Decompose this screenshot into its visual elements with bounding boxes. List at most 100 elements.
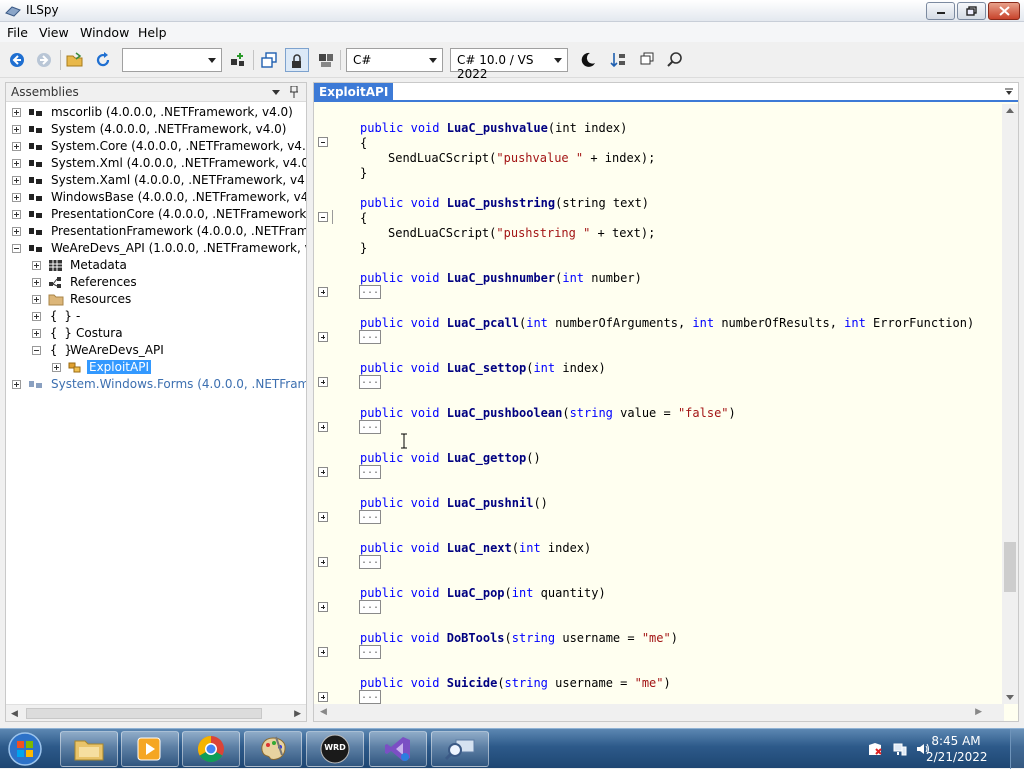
tree-item-namespace-empty[interactable]: { } -: [6, 308, 306, 325]
scroll-right-icon[interactable]: ▶: [975, 707, 982, 717]
tab-exploitapi[interactable]: ExploitAPI: [314, 83, 394, 102]
expand-icon[interactable]: [32, 312, 41, 321]
scroll-left-icon[interactable]: ◀: [320, 707, 327, 717]
collapsed-body[interactable]: ...: [359, 330, 381, 344]
expand-icon[interactable]: [12, 108, 21, 117]
expand-icon[interactable]: [12, 210, 21, 219]
tree-item-wearedevs-namespace[interactable]: { } WeAreDevs_API: [6, 342, 306, 359]
reload-icon[interactable]: [94, 51, 112, 69]
taskbar-explorer-button[interactable]: [60, 731, 118, 767]
expand-icon[interactable]: [52, 363, 61, 372]
collapsed-body[interactable]: ...: [359, 420, 381, 434]
expand-icon[interactable]: [12, 142, 21, 151]
collapsed-body[interactable]: ...: [359, 600, 381, 614]
scroll-right-icon[interactable]: ▶: [294, 709, 301, 719]
tree-item-windowsbase[interactable]: WindowsBase (4.0.0.0, .NETFramework, v4.…: [6, 189, 306, 206]
fold-toggle-expand[interactable]: [318, 557, 328, 567]
decompiled-code-view[interactable]: public void LuaC_pushvalue(int index) { …: [314, 104, 1004, 706]
collapse-all-icon[interactable]: [260, 51, 278, 69]
collapsed-body[interactable]: ...: [359, 285, 381, 299]
language-version-combo[interactable]: C# 10.0 / VS 2022: [450, 48, 568, 81]
taskbar-chrome-button[interactable]: [182, 731, 240, 767]
collapse-icon[interactable]: [12, 244, 21, 253]
close-button[interactable]: [988, 2, 1020, 20]
tree-item-system[interactable]: System (4.0.0.0, .NETFramework, v4.0): [6, 121, 306, 138]
open-folder-icon[interactable]: [66, 51, 84, 69]
tree-item-system-core[interactable]: System.Core (4.0.0.0, .NETFramework, v4.…: [6, 138, 306, 155]
fold-toggle-expand[interactable]: [318, 692, 328, 702]
scroll-left-icon[interactable]: ◀: [11, 709, 18, 719]
code-horizontal-scrollbar[interactable]: ◀ ▶: [314, 704, 1004, 721]
restore-button[interactable]: [957, 2, 986, 20]
expand-icon[interactable]: [32, 261, 41, 270]
collapse-icon[interactable]: [32, 346, 41, 355]
taskbar-visual-studio-installer-button[interactable]: [369, 731, 427, 767]
tree-item-costura[interactable]: { } Costura: [6, 325, 306, 342]
tab-list-menu-icon[interactable]: [1004, 87, 1014, 97]
fold-toggle-expand[interactable]: [318, 512, 328, 522]
forward-icon[interactable]: [35, 51, 53, 69]
tree-item-system-windows-forms[interactable]: System.Windows.Forms (4.0.0.0, .NETFrame…: [6, 376, 306, 393]
tree-item-system-xml[interactable]: System.Xml (4.0.0.0, .NETFramework, v4.0…: [6, 155, 306, 172]
expand-icon[interactable]: [32, 278, 41, 287]
tree-item-wearedevs-api[interactable]: WeAreDevs_API (1.0.0.0, .NETFramework, v…: [6, 240, 306, 257]
expand-icon[interactable]: [12, 176, 21, 185]
taskbar-media-player-button[interactable]: [121, 731, 179, 767]
fold-toggle-expand[interactable]: [318, 467, 328, 477]
tree-item-system-xaml[interactable]: System.Xaml (4.0.0.0, .NETFramework, v4.…: [6, 172, 306, 189]
collapsed-body[interactable]: ...: [359, 465, 381, 479]
expand-icon[interactable]: [12, 227, 21, 236]
minimize-button[interactable]: [926, 2, 955, 20]
action-center-icon[interactable]: [868, 742, 882, 756]
fold-toggle-collapse[interactable]: [318, 137, 328, 147]
language-combo[interactable]: C#: [346, 48, 443, 72]
fold-toggle-expand[interactable]: [318, 332, 328, 342]
expand-icon[interactable]: [12, 159, 21, 168]
code-vertical-scrollbar[interactable]: [1002, 104, 1018, 704]
taskbar-paint-button[interactable]: [244, 731, 302, 767]
scroll-up-icon[interactable]: [1006, 108, 1014, 113]
collapsed-body[interactable]: ...: [359, 510, 381, 524]
tree-item-references[interactable]: References: [6, 274, 306, 291]
menu-help[interactable]: Help: [138, 25, 167, 40]
menu-view[interactable]: View: [39, 25, 69, 40]
tree-item-presentationframework[interactable]: PresentationFramework (4.0.0.0, .NETFram…: [6, 223, 306, 240]
assemblies-horizontal-scrollbar[interactable]: ◀ ▶: [6, 704, 306, 721]
expand-icon[interactable]: [12, 380, 21, 389]
scroll-thumb[interactable]: [26, 708, 262, 719]
tree-item-presentationcore[interactable]: PresentationCore (4.0.0.0, .NETFramework…: [6, 206, 306, 223]
collapsed-body[interactable]: ...: [359, 375, 381, 389]
fold-toggle-expand[interactable]: [318, 422, 328, 432]
tree-item-resources[interactable]: Resources: [6, 291, 306, 308]
collapsed-body[interactable]: ...: [359, 645, 381, 659]
scroll-down-icon[interactable]: [1006, 695, 1014, 700]
sort-icon[interactable]: [609, 51, 627, 69]
show-desktop-button[interactable]: [1010, 729, 1024, 769]
chevron-down-icon[interactable]: [272, 90, 280, 95]
theme-moon-icon[interactable]: [579, 51, 597, 69]
assembly-list-combo[interactable]: [122, 48, 222, 72]
taskbar-wrd-button[interactable]: WRD: [306, 731, 364, 767]
collapsed-body[interactable]: ...: [359, 690, 381, 704]
scroll-thumb[interactable]: [1004, 542, 1016, 592]
back-icon[interactable]: [8, 51, 26, 69]
fold-toggle-expand[interactable]: [318, 647, 328, 657]
fold-toggle-expand[interactable]: [318, 287, 328, 297]
fold-toggle-expand[interactable]: [318, 602, 328, 612]
expand-icon[interactable]: [12, 125, 21, 134]
fold-toggle-expand[interactable]: [318, 377, 328, 387]
network-icon[interactable]: [893, 742, 907, 756]
system-clock[interactable]: 8:45 AM 2/21/2022: [926, 733, 988, 765]
expand-icon[interactable]: [32, 295, 41, 304]
show-all-members-icon[interactable]: [317, 51, 335, 69]
show-internal-toggle[interactable]: [285, 48, 309, 72]
start-orb-icon[interactable]: [6, 731, 44, 767]
tree-item-exploitapi[interactable]: ExploitAPI: [6, 359, 306, 376]
menu-window[interactable]: Window: [80, 25, 129, 40]
taskbar-ilspy-button[interactable]: [431, 731, 489, 767]
tree-item-mscorlib[interactable]: mscorlib (4.0.0.0, .NETFramework, v4.0): [6, 104, 306, 121]
pin-icon[interactable]: [290, 86, 298, 98]
search-icon[interactable]: [666, 51, 684, 69]
menu-file[interactable]: File: [7, 25, 28, 40]
manage-lists-icon[interactable]: [638, 51, 656, 69]
